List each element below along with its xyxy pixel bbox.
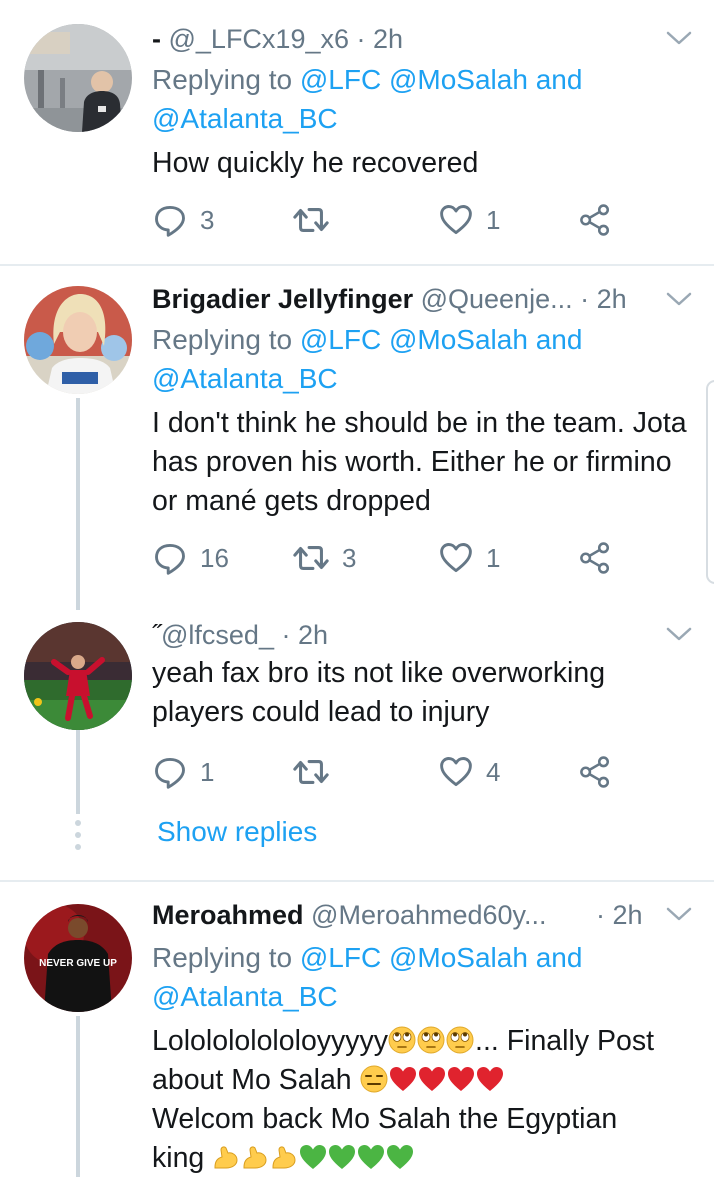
retweet-button[interactable]: 3 (292, 538, 356, 578)
reply-icon (152, 754, 188, 790)
tweet-header: Meroahmed @Meroahmed60y... (152, 898, 547, 932)
like-icon (438, 540, 474, 576)
handle-time: @Queenje... · 2h (413, 284, 627, 314)
like-button[interactable]: 4 (438, 752, 500, 792)
red-heart-emoji (389, 1065, 417, 1093)
flexed-biceps-emoji (270, 1143, 298, 1171)
expressionless-emoji (360, 1065, 388, 1093)
red-heart-emoji (476, 1065, 504, 1093)
divider (0, 880, 714, 882)
thread-line (76, 730, 80, 814)
avatar[interactable] (24, 24, 132, 132)
display-name[interactable]: - (152, 24, 169, 54)
retweet-icon (292, 539, 330, 577)
tweet-text: How quickly he recovered (152, 147, 479, 179)
tweet-header: Brigadier Jellyfinger @Queenje... · 2h (152, 282, 627, 316)
red-heart-emoji (418, 1065, 446, 1093)
avatar-shirt-text: NEVER GIVE UP (39, 958, 117, 969)
share-button[interactable] (578, 200, 612, 240)
green-heart-emoji (357, 1143, 385, 1171)
avatar[interactable]: NEVER GIVE UP (24, 904, 132, 1012)
avatar[interactable] (24, 622, 132, 730)
like-count: 4 (486, 756, 501, 787)
scrollbar-handle[interactable] (706, 380, 714, 584)
tweet-text-line-2: about Mo Salah (152, 1061, 712, 1100)
thread-dots (75, 820, 81, 856)
tweet-text-line-3: Welcom back Mo Salah the Egyptian (152, 1103, 618, 1135)
replying-to: Replying to @LFC @MoSalah and @Atalanta_… (152, 942, 583, 1012)
like-button[interactable]: 1 (438, 200, 500, 240)
tweet-text-line-4: king (152, 1139, 712, 1178)
red-heart-emoji (447, 1065, 475, 1093)
tweet-text: yeah fax bro its not like overworking pl… (152, 657, 606, 728)
green-heart-emoji (386, 1143, 414, 1171)
reply-button[interactable]: 3 (152, 200, 214, 240)
reply-count: 1 (200, 756, 215, 787)
share-icon (578, 203, 612, 237)
like-count: 1 (486, 204, 501, 235)
reply-button[interactable]: 16 (152, 538, 229, 578)
retweet-button[interactable] (292, 200, 330, 240)
share-button[interactable] (578, 538, 612, 578)
rolling-eyes-emoji (446, 1026, 474, 1054)
green-heart-emoji (328, 1143, 356, 1171)
display-name[interactable]: Meroahmed (152, 900, 304, 930)
replying-to: Replying to @LFC @MoSalah and @Atalanta_… (152, 324, 583, 394)
retweet-count: 3 (342, 542, 357, 573)
retweet-icon (292, 753, 330, 791)
tweet-actions: 16 3 1 (152, 538, 672, 578)
chevron-down-icon[interactable] (664, 289, 694, 309)
tweet-actions: 3 1 (152, 200, 672, 240)
show-replies-link[interactable]: Show replies (157, 816, 317, 848)
rolling-eyes-emoji (388, 1026, 416, 1054)
handle-time: @lfcsed_ · 2h (161, 620, 328, 650)
tweet-actions: 1 4 (152, 752, 672, 792)
share-button[interactable] (578, 752, 612, 792)
chevron-down-icon[interactable] (664, 28, 694, 48)
like-icon (438, 202, 474, 238)
display-name[interactable]: ˝ (152, 620, 161, 650)
tweet-header: ˝@lfcsed_ · 2h (152, 618, 328, 652)
tweet-text: I don't think he should be in the team. … (152, 407, 687, 517)
share-icon (578, 755, 612, 789)
chevron-down-icon[interactable] (664, 904, 694, 924)
like-count: 1 (486, 542, 501, 573)
like-icon (438, 754, 474, 790)
retweet-icon (292, 201, 330, 239)
display-name[interactable]: Brigadier Jellyfinger (152, 284, 413, 314)
retweet-button[interactable] (292, 752, 330, 792)
thread-line (76, 398, 80, 610)
rolling-eyes-emoji (417, 1026, 445, 1054)
reply-icon (152, 540, 188, 576)
handle: @Meroahmed60y... (303, 900, 547, 930)
handle-time: @_LFCx19_x6 · 2h (168, 24, 404, 54)
flexed-biceps-emoji (212, 1143, 240, 1171)
reply-button[interactable]: 1 (152, 752, 214, 792)
avatar[interactable] (24, 286, 132, 394)
green-heart-emoji (299, 1143, 327, 1171)
reply-icon (152, 202, 188, 238)
tweet-text-line-1: Lololololololoyyyyy... Finally Post (152, 1025, 655, 1057)
like-button[interactable]: 1 (438, 538, 500, 578)
tweet-text: Lololololololoyyyyy... Finally Post abou… (152, 1022, 712, 1178)
replying-to: Replying to @LFC @MoSalah and @Atalanta_… (152, 64, 583, 134)
chevron-down-icon[interactable] (664, 624, 694, 644)
flexed-biceps-emoji (241, 1143, 269, 1171)
reply-count: 16 (200, 542, 229, 573)
divider (0, 264, 714, 266)
thread-line (76, 1016, 80, 1177)
reply-count: 3 (200, 204, 215, 235)
tweet-time: · 2h (596, 900, 643, 930)
share-icon (578, 541, 612, 575)
tweet-header: - @_LFCx19_x6 · 2h (152, 22, 403, 56)
